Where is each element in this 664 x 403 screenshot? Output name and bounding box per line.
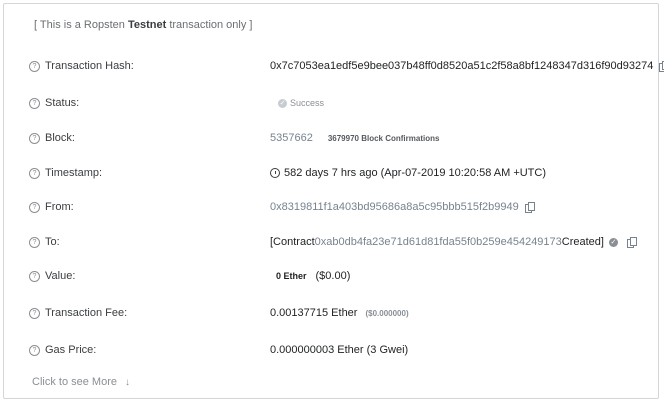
question-circle-icon[interactable]: ? <box>29 344 40 356</box>
status-badge: ✓ Success <box>278 98 324 108</box>
label-text: Value: <box>45 270 76 282</box>
from-address-link[interactable]: 0x8319811f1a403bd95686a8a5c95bbb515f2b99… <box>270 201 519 213</box>
to-prefix: [Contract <box>270 236 315 248</box>
value-transaction-hash: 0x7c7053ea1edf5e9bee037b48ff0d8520a51c2f… <box>270 56 664 76</box>
row-transaction-fee: ? Transaction Fee: 0.00137715 Ether ($0.… <box>4 303 658 323</box>
testnet-notice: [ This is a Ropsten Testnet transaction … <box>34 19 252 31</box>
question-circle-icon[interactable]: ? <box>29 307 40 319</box>
transaction-hash-value: 0x7c7053ea1edf5e9bee037b48ff0d8520a51c2f… <box>270 60 654 72</box>
label-value: ? Value: <box>29 266 75 286</box>
notice-prefix: [ This is a Ropsten <box>34 19 128 31</box>
copy-icon[interactable] <box>626 236 637 248</box>
value-block: 5357662 3679970 Block Confirmations <box>270 128 439 148</box>
label-text: Transaction Hash: <box>45 60 134 72</box>
question-circle-icon[interactable]: ? <box>29 236 40 248</box>
copy-icon[interactable] <box>524 201 535 213</box>
gas-price-text: 0.000000003 Ether (3 Gwei) <box>270 344 409 356</box>
value-status: ✓ Success <box>270 93 324 113</box>
label-from: ? From: <box>29 197 74 217</box>
ether-amount: 0 Ether <box>276 271 307 281</box>
question-circle-icon[interactable]: ? <box>29 270 40 282</box>
transaction-details-card: [ This is a Ropsten Testnet transaction … <box>3 3 664 399</box>
label-text: Gas Price: <box>45 344 97 356</box>
arrow-down-icon: ↓ <box>124 376 130 388</box>
block-confirmations-badge: 3679970 Block Confirmations <box>327 133 440 143</box>
label-transaction-hash: ? Transaction Hash: <box>29 56 134 76</box>
question-circle-icon[interactable]: ? <box>29 132 40 144</box>
row-status: ? Status: ✓ Success <box>4 93 658 113</box>
block-number-link[interactable]: 5357662 <box>270 132 313 144</box>
status-text: Success <box>290 98 325 108</box>
label-text: Status: <box>45 97 80 109</box>
question-circle-icon[interactable]: ? <box>29 201 40 213</box>
row-timestamp: ? Timestamp: 582 days 7 hrs ago (Apr-07-… <box>4 163 658 183</box>
notice-network: Testnet <box>127 19 167 31</box>
label-status: ? Status: <box>29 93 79 113</box>
question-circle-icon[interactable]: ? <box>29 167 40 179</box>
notice-suffix: transaction only ] <box>166 19 253 31</box>
click-to-see-more-button[interactable]: Click to see More ↓ <box>32 376 130 388</box>
check-circle-icon: ✓ <box>278 98 287 108</box>
row-transaction-hash: ? Transaction Hash: 0x7c7053ea1edf5e9bee… <box>4 56 664 76</box>
copy-icon[interactable] <box>659 60 664 72</box>
row-to: ? To: [Contract 0xab0db4fa23e71d61d81fda… <box>4 232 658 252</box>
value-gas-price: 0.000000003 Ether (3 Gwei) <box>270 340 408 360</box>
fee-ether-amount: 0.00137715 Ether <box>270 307 358 319</box>
label-to: ? To: <box>29 232 60 252</box>
question-circle-icon[interactable]: ? <box>29 60 40 72</box>
more-label: Click to see More <box>32 376 117 388</box>
check-circle-icon: ✓ <box>608 237 618 247</box>
label-text: Transaction Fee: <box>45 307 128 319</box>
contract-address-link[interactable]: 0xab0db4fa23e71d61d81fda55f0b259e4542491… <box>315 236 562 248</box>
value-transaction-fee: 0.00137715 Ether ($0.000000) <box>270 303 409 323</box>
label-text: Timestamp: <box>45 167 103 179</box>
fee-usd-amount: ($0.000000) <box>365 308 409 318</box>
label-block: ? Block: <box>29 128 75 148</box>
clock-icon <box>270 168 280 178</box>
value-timestamp: 582 days 7 hrs ago (Apr-07-2019 10:20:58… <box>270 163 546 183</box>
label-text: From: <box>45 201 74 213</box>
label-text: To: <box>45 236 60 248</box>
value-from: 0x8319811f1a403bd95686a8a5c95bbb515f2b99… <box>270 197 535 217</box>
value-value: 0 Ether ($0.00) <box>270 266 350 286</box>
row-block: ? Block: 5357662 3679970 Block Confirmat… <box>4 128 658 148</box>
row-from: ? From: 0x8319811f1a403bd95686a8a5c95bbb… <box>4 197 658 217</box>
value-to: [Contract 0xab0db4fa23e71d61d81fda55f0b2… <box>270 232 637 252</box>
row-value: ? Value: 0 Ether ($0.00) <box>4 266 658 286</box>
label-transaction-fee: ? Transaction Fee: <box>29 303 127 323</box>
question-circle-icon[interactable]: ? <box>29 97 40 109</box>
timestamp-text: 582 days 7 hrs ago (Apr-07-2019 10:20:58… <box>284 167 547 179</box>
label-timestamp: ? Timestamp: <box>29 163 102 183</box>
usd-amount: ($0.00) <box>315 270 351 282</box>
label-gas-price: ? Gas Price: <box>29 340 96 360</box>
row-gas-price: ? Gas Price: 0.000000003 Ether (3 Gwei) <box>4 340 658 360</box>
to-suffix: Created] <box>561 236 604 248</box>
label-text: Block: <box>45 132 75 144</box>
